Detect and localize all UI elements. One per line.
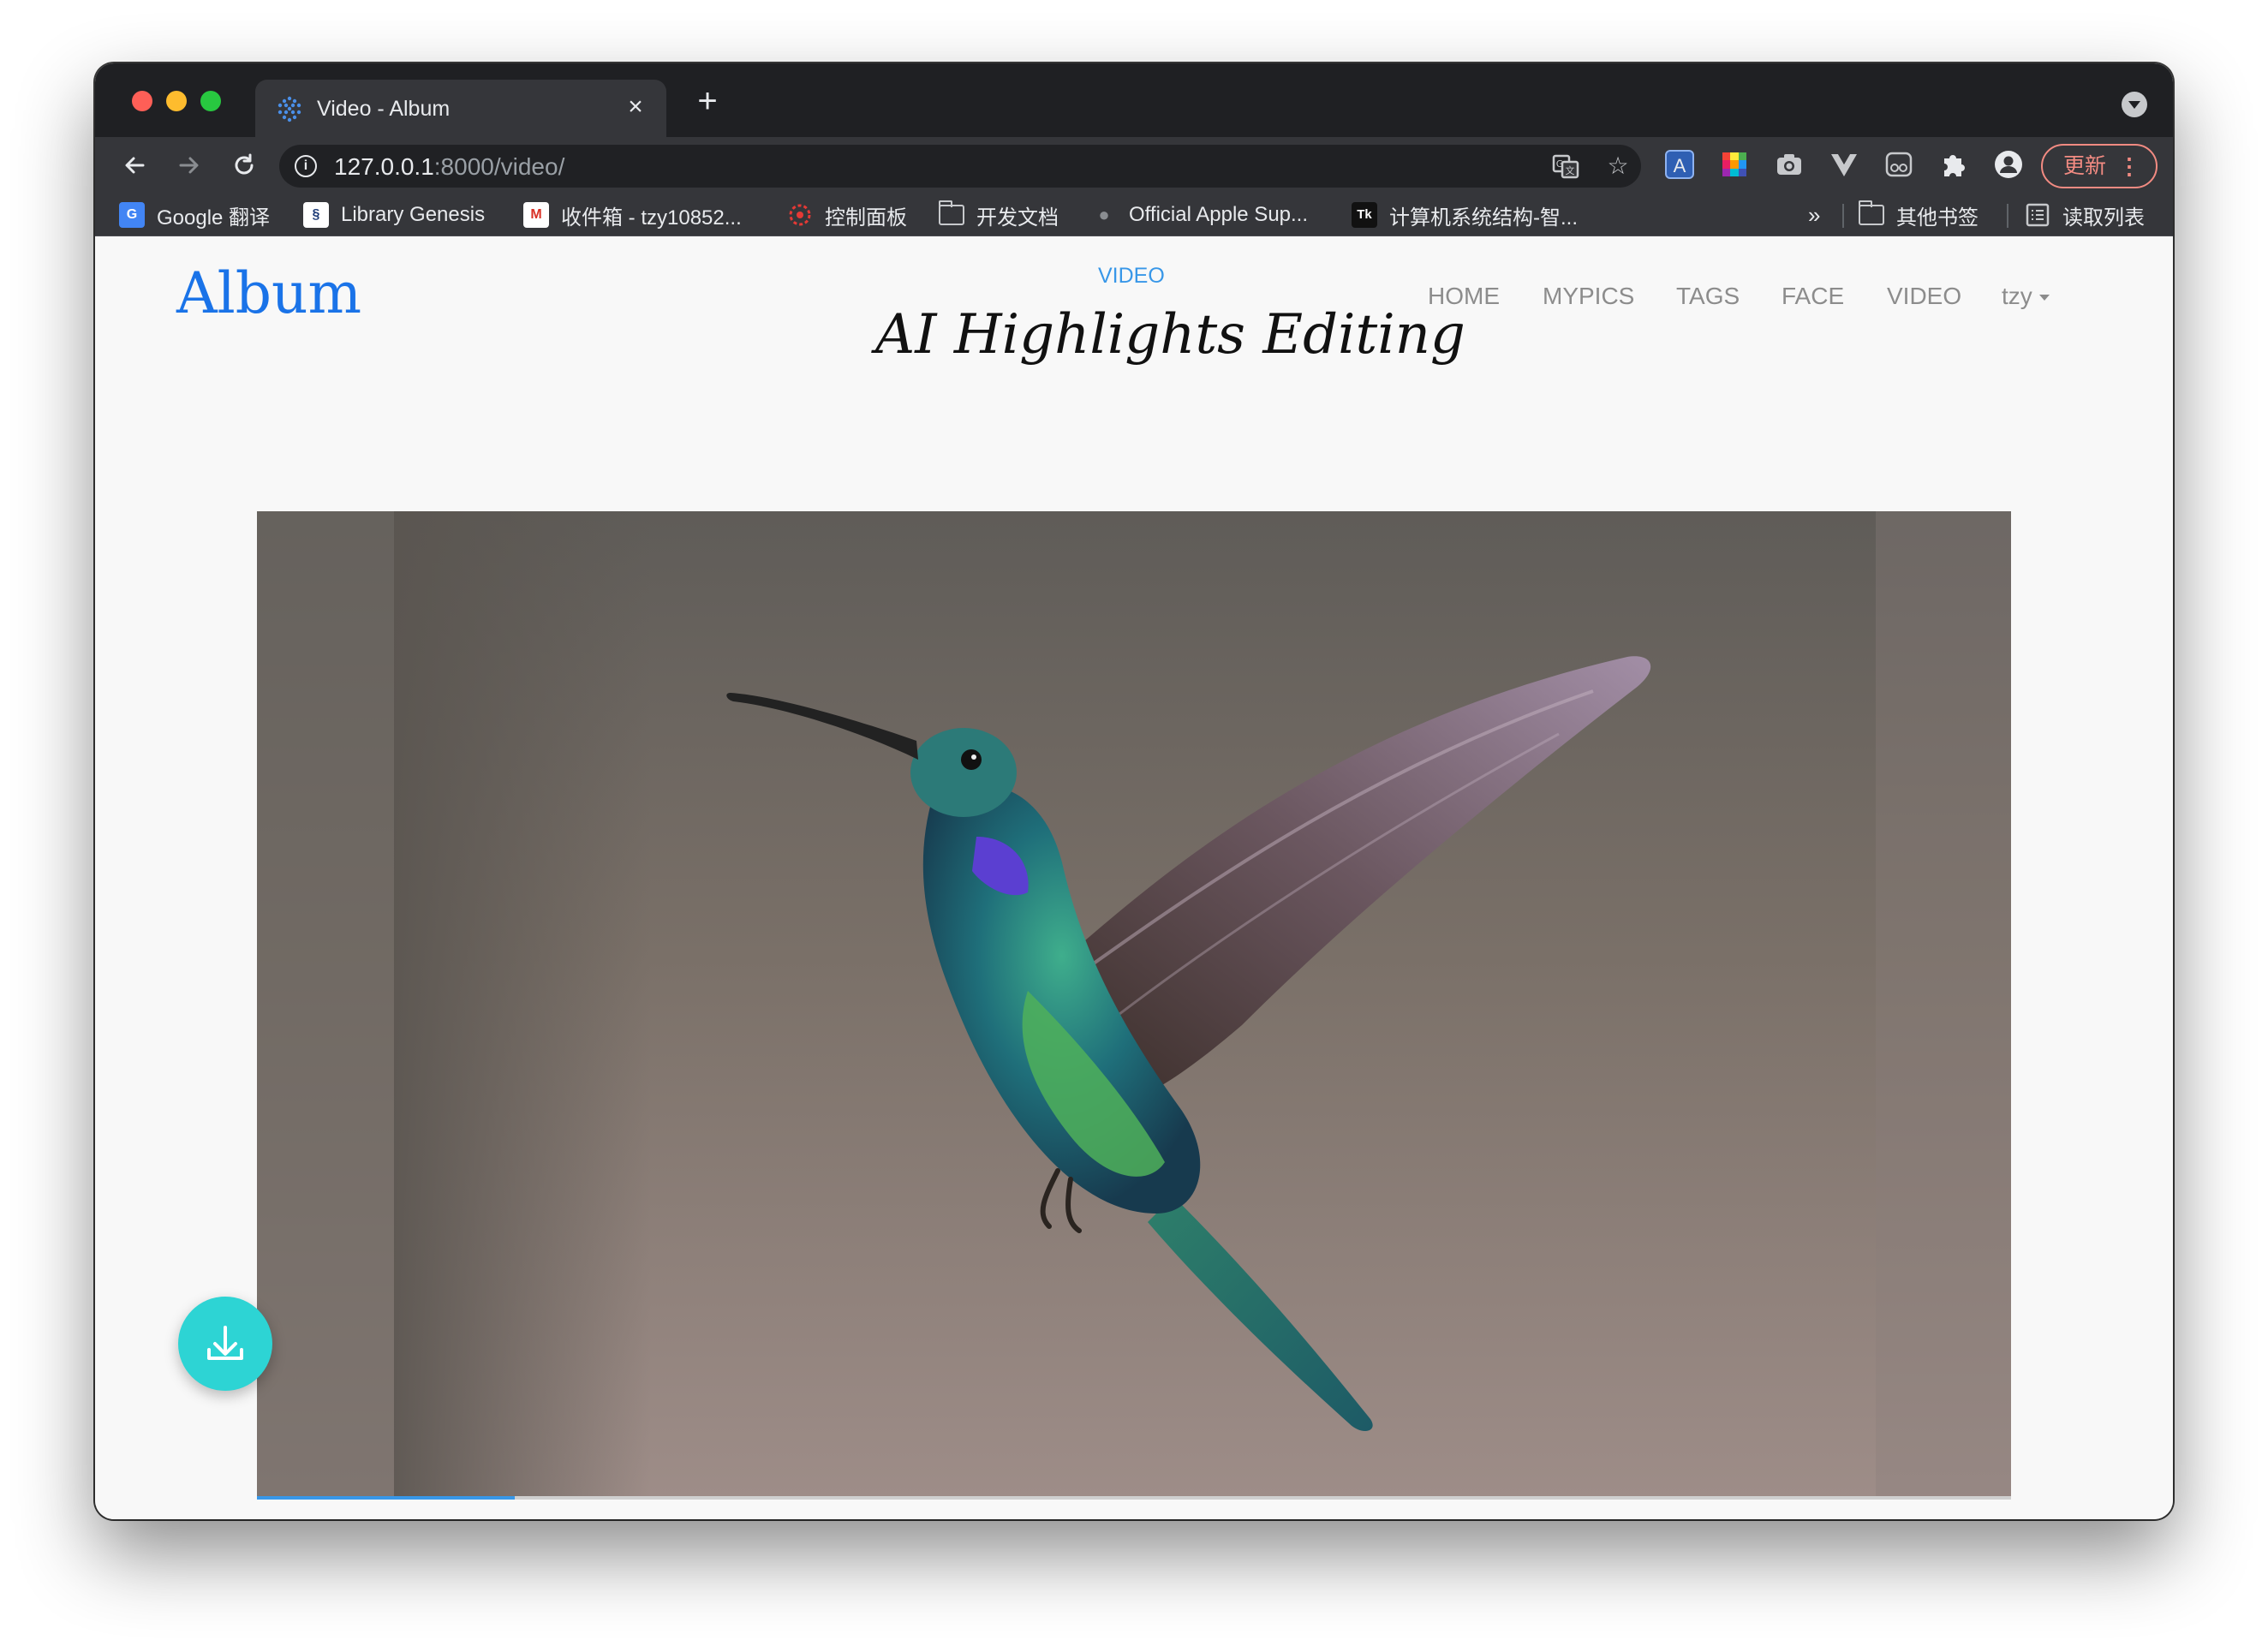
bookmark-label: 其他书签	[1896, 206, 1979, 230]
url-host: 127.0.0.1	[334, 153, 434, 180]
translate-page-icon[interactable]: 文G	[1551, 152, 1580, 181]
bookmarks-divider	[2007, 204, 2008, 228]
screenshot-camera-icon[interactable]	[1775, 150, 1804, 179]
apple-icon: ●	[1098, 204, 1110, 225]
reload-icon	[235, 153, 254, 175]
bookmark-label: Google 翻译	[157, 206, 271, 230]
nav-home[interactable]: HOME	[1428, 283, 1500, 310]
bookmark-label: 计算机系统结构-智...	[1389, 206, 1578, 230]
bookmark-label: 开发文档	[976, 206, 1059, 230]
tab-video-album[interactable]: Video - Album ×	[255, 80, 666, 137]
back-arrow-icon	[125, 157, 145, 174]
tk-icon: Tk	[1352, 202, 1377, 228]
video-progress-fill	[257, 1496, 516, 1500]
page-title: AI Highlights Editing	[875, 303, 1465, 367]
download-button[interactable]	[178, 1297, 272, 1391]
dashboard-icon	[789, 204, 811, 226]
bookmark-gmail-inbox[interactable]: M 收件箱 - tzy10852...	[523, 201, 742, 230]
url-path: :8000/video/	[433, 153, 565, 180]
nav-face[interactable]: FACE	[1782, 283, 1844, 310]
folder-icon	[1859, 200, 1884, 225]
new-tab-button[interactable]: +	[690, 84, 725, 120]
page-eyebrow: VIDEO	[1098, 264, 1165, 288]
svg-text:G: G	[1556, 158, 1564, 170]
svg-text:文: 文	[1566, 164, 1575, 176]
browser-toolbar: i 127.0.0.1:8000/video/ 文G ☆ A 更新 ⋮	[95, 137, 2173, 194]
address-bar[interactable]: i 127.0.0.1:8000/video/ 文G ☆	[279, 145, 1641, 188]
tab-title: Video - Album	[317, 97, 451, 121]
nav-video[interactable]: VIDEO	[1887, 283, 1961, 310]
reload-button[interactable]	[227, 148, 261, 182]
caret-down-icon	[2038, 295, 2050, 301]
bookmark-computer-architecture[interactable]: Tk 计算机系统结构-智...	[1352, 201, 1578, 230]
bookmarks-overflow-chevron-icon[interactable]: »	[1808, 201, 1820, 229]
video-progress-bar[interactable]	[257, 1496, 2011, 1500]
close-window-button[interactable]	[132, 91, 152, 111]
url-text[interactable]: 127.0.0.1:8000/video/	[334, 153, 564, 181]
reading-list-button[interactable]: 读取列表	[2025, 201, 2145, 230]
browser-window: Video - Album × + i 127.0.0.1:8000/video…	[95, 63, 2173, 1519]
profile-avatar-icon[interactable]	[1994, 150, 2023, 179]
user-name: tzy	[2002, 283, 2032, 309]
tab-strip: Video - Album × +	[95, 63, 2173, 137]
extensions-puzzle-icon[interactable]	[1939, 150, 1968, 179]
libgen-icon: §	[303, 202, 329, 228]
bookmark-google-translate[interactable]: G Google 翻译	[119, 201, 271, 230]
gmail-icon: M	[523, 202, 549, 228]
zoom-window-button[interactable]	[200, 91, 221, 111]
site-logo[interactable]: Album	[176, 260, 361, 326]
bookmark-label: 收件箱 - tzy10852...	[561, 206, 742, 230]
back-button[interactable]	[117, 148, 152, 182]
bookmark-control-panel[interactable]: 控制面板	[787, 201, 907, 230]
page-content: Album VIDEO AI Highlights Editing HOME M…	[95, 236, 2173, 1519]
update-chrome-button[interactable]: 更新 ⋮	[2041, 144, 2158, 188]
bookmark-library-genesis[interactable]: § Library Genesis	[303, 201, 485, 229]
update-label: 更新	[2063, 154, 2107, 178]
tab-search-icon[interactable]	[2122, 92, 2147, 117]
bookmark-label: 控制面板	[825, 206, 907, 230]
minimize-window-button[interactable]	[166, 91, 187, 111]
vue-devtools-icon[interactable]	[1829, 150, 1859, 179]
dictionary-extension-icon[interactable]: A	[1665, 150, 1694, 179]
bookmark-dev-docs-folder[interactable]: 开发文档	[939, 200, 1059, 230]
bookmark-star-icon[interactable]: ☆	[1603, 152, 1632, 181]
bookmark-label: 读取列表	[2062, 206, 2145, 230]
forward-button[interactable]	[172, 148, 206, 182]
google-translate-icon: G	[119, 202, 145, 228]
chrome-menu-icon[interactable]: ⋮	[2118, 146, 2140, 187]
hummingbird-video-frame	[257, 511, 2011, 1499]
close-tab-icon[interactable]: ×	[620, 92, 651, 122]
bookmark-label: Library Genesis	[341, 203, 486, 226]
video-player[interactable]	[257, 511, 2011, 1499]
bookmark-apple-support[interactable]: ● Official Apple Sup...	[1091, 201, 1308, 229]
folder-icon	[939, 200, 964, 225]
bookmarks-bar: G Google 翻译 § Library Genesis M 收件箱 - tz…	[95, 194, 2173, 236]
dots-favicon-icon	[278, 96, 301, 122]
bookmark-other-folder[interactable]: 其他书签	[1859, 200, 1979, 230]
nav-tags[interactable]: TAGS	[1676, 283, 1740, 310]
user-menu-dropdown[interactable]: tzy	[2002, 283, 2050, 310]
download-icon	[207, 1326, 243, 1360]
site-info-icon[interactable]: i	[295, 155, 317, 177]
nav-mypics[interactable]: MYPICS	[1543, 283, 1634, 310]
reader-extension-icon[interactable]	[1884, 150, 1913, 179]
color-palette-extension-icon[interactable]	[1720, 150, 1749, 179]
forward-arrow-icon	[179, 157, 199, 174]
bookmarks-divider	[1842, 204, 1844, 228]
reading-list-icon	[2026, 203, 2050, 227]
bookmark-label: Official Apple Sup...	[1129, 203, 1309, 226]
